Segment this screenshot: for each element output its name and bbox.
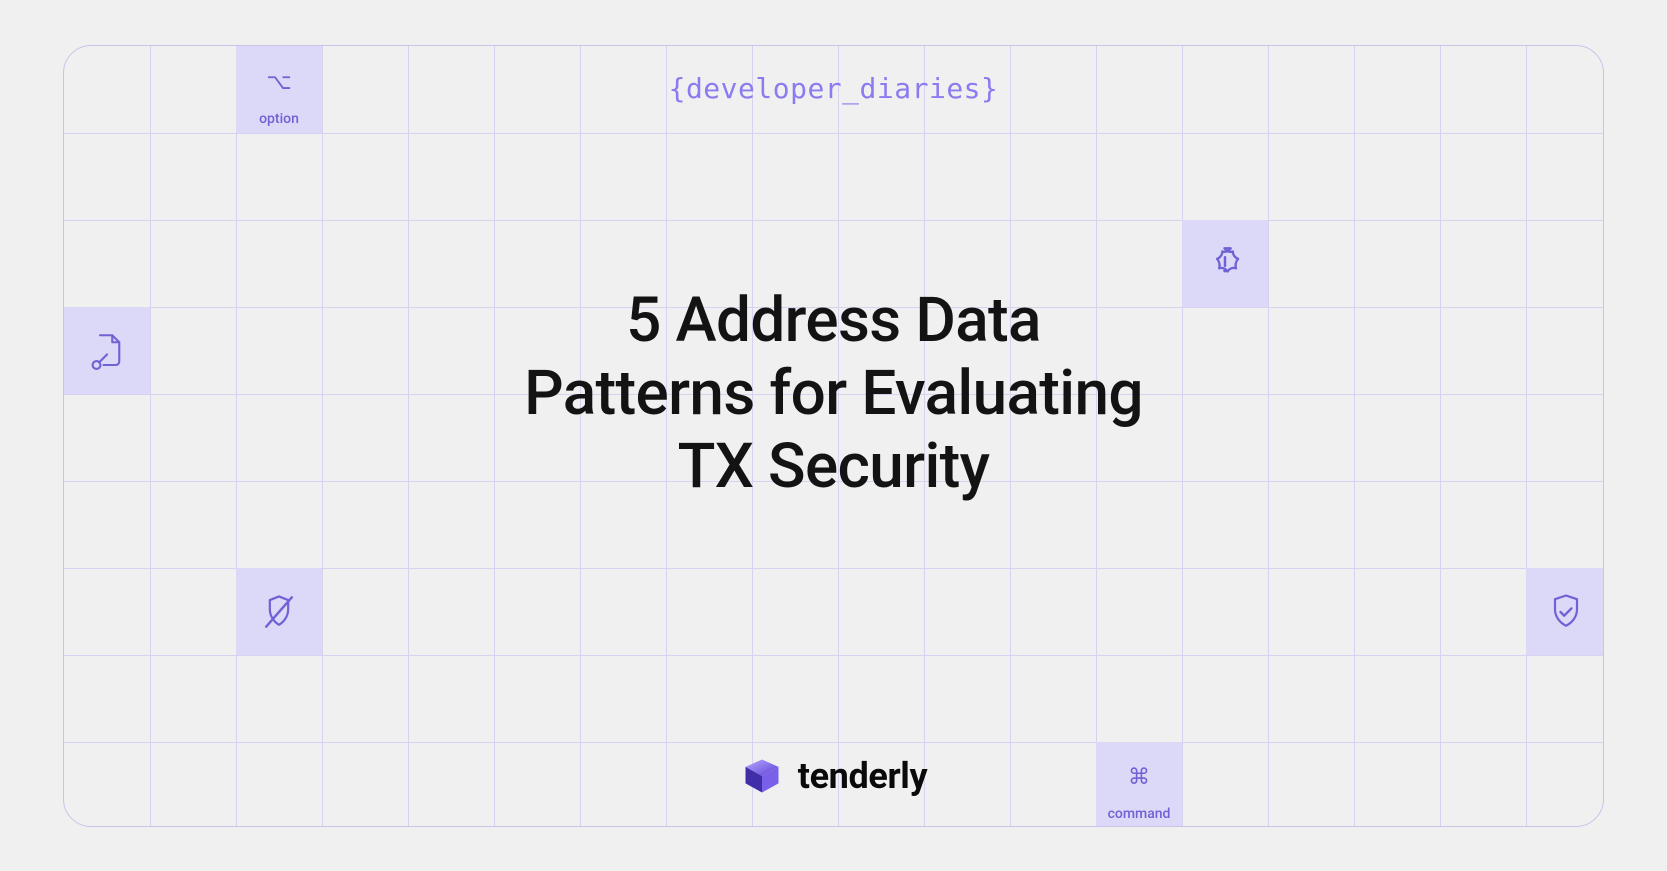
content-card: ⌥ option — [63, 45, 1604, 827]
command-key-label: command — [1096, 806, 1182, 822]
option-key-label: option — [236, 111, 322, 127]
shield-check-icon — [1544, 590, 1588, 634]
stage: ⌥ option — [0, 0, 1667, 871]
shield-off-cell — [236, 568, 322, 655]
brand-name: tenderly — [798, 755, 927, 797]
tenderly-logo-icon — [740, 754, 784, 798]
series-tag: {developer_diaries} — [64, 72, 1603, 105]
shield-check-cell — [1526, 568, 1604, 655]
article-title: 5 Address Data Patterns for Evaluating T… — [64, 284, 1603, 503]
alert-badge-icon — [1202, 241, 1248, 287]
shield-off-icon — [257, 590, 301, 634]
brand-lockup: tenderly — [64, 754, 1603, 798]
article-title-line-1: 5 Address Data Patterns for Evaluating T… — [524, 284, 1143, 503]
